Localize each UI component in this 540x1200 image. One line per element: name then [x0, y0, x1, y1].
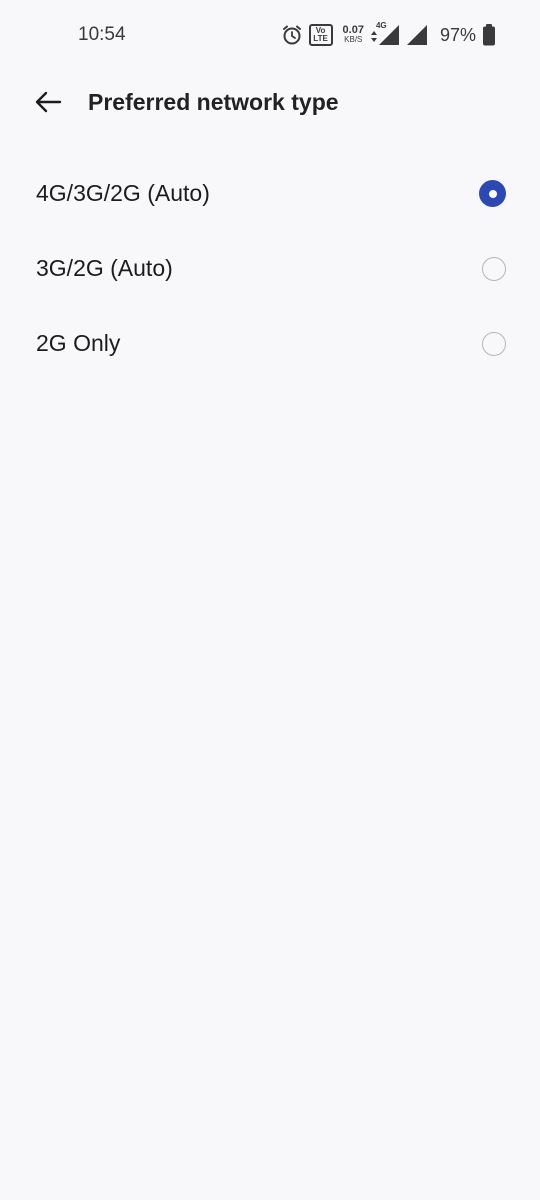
app-bar: Preferred network type	[0, 70, 540, 136]
option-label: 3G/2G (Auto)	[36, 255, 173, 281]
radio-button[interactable]	[482, 331, 506, 356]
signal-icon-2	[406, 24, 428, 46]
page-title: Preferred network type	[88, 89, 339, 115]
back-button[interactable]	[28, 87, 68, 121]
radio-dot	[488, 189, 497, 198]
net-speed-value: 0.07	[342, 24, 364, 36]
battery-percent: 97%	[439, 24, 476, 45]
status-icons: Vo LTE 0.07 KB/S 4G 97%	[281, 20, 496, 50]
arrow-left-icon	[33, 90, 63, 119]
alarm-icon	[281, 24, 303, 46]
status-time: 10:54	[78, 24, 126, 45]
network-gen-label: 4G	[375, 21, 387, 30]
net-speed: 0.07 KB/S	[343, 25, 364, 45]
option-4g-3g-2g-auto[interactable]: 4G/3G/2G (Auto)	[0, 156, 540, 231]
option-label: 2G Only	[36, 330, 121, 356]
option-label: 4G/3G/2G (Auto)	[36, 180, 210, 206]
signal-icon: 4G	[370, 21, 400, 46]
option-3g-2g-auto[interactable]: 3G/2G (Auto)	[0, 231, 540, 306]
status-bar: 10:54 Vo LTE 0.07 KB/S 4G 97%	[0, 0, 540, 70]
net-speed-unit: KB/S	[344, 35, 363, 44]
radio-button-selected[interactable]	[479, 180, 506, 207]
volte-icon: Vo LTE	[308, 24, 333, 46]
network-type-options: 4G/3G/2G (Auto) 3G/2G (Auto) 2G Only	[0, 156, 540, 381]
option-2g-only[interactable]: 2G Only	[0, 306, 540, 381]
volte-bottom-text: LTE	[313, 34, 328, 43]
radio-button[interactable]	[482, 256, 506, 281]
battery-icon	[482, 24, 496, 46]
